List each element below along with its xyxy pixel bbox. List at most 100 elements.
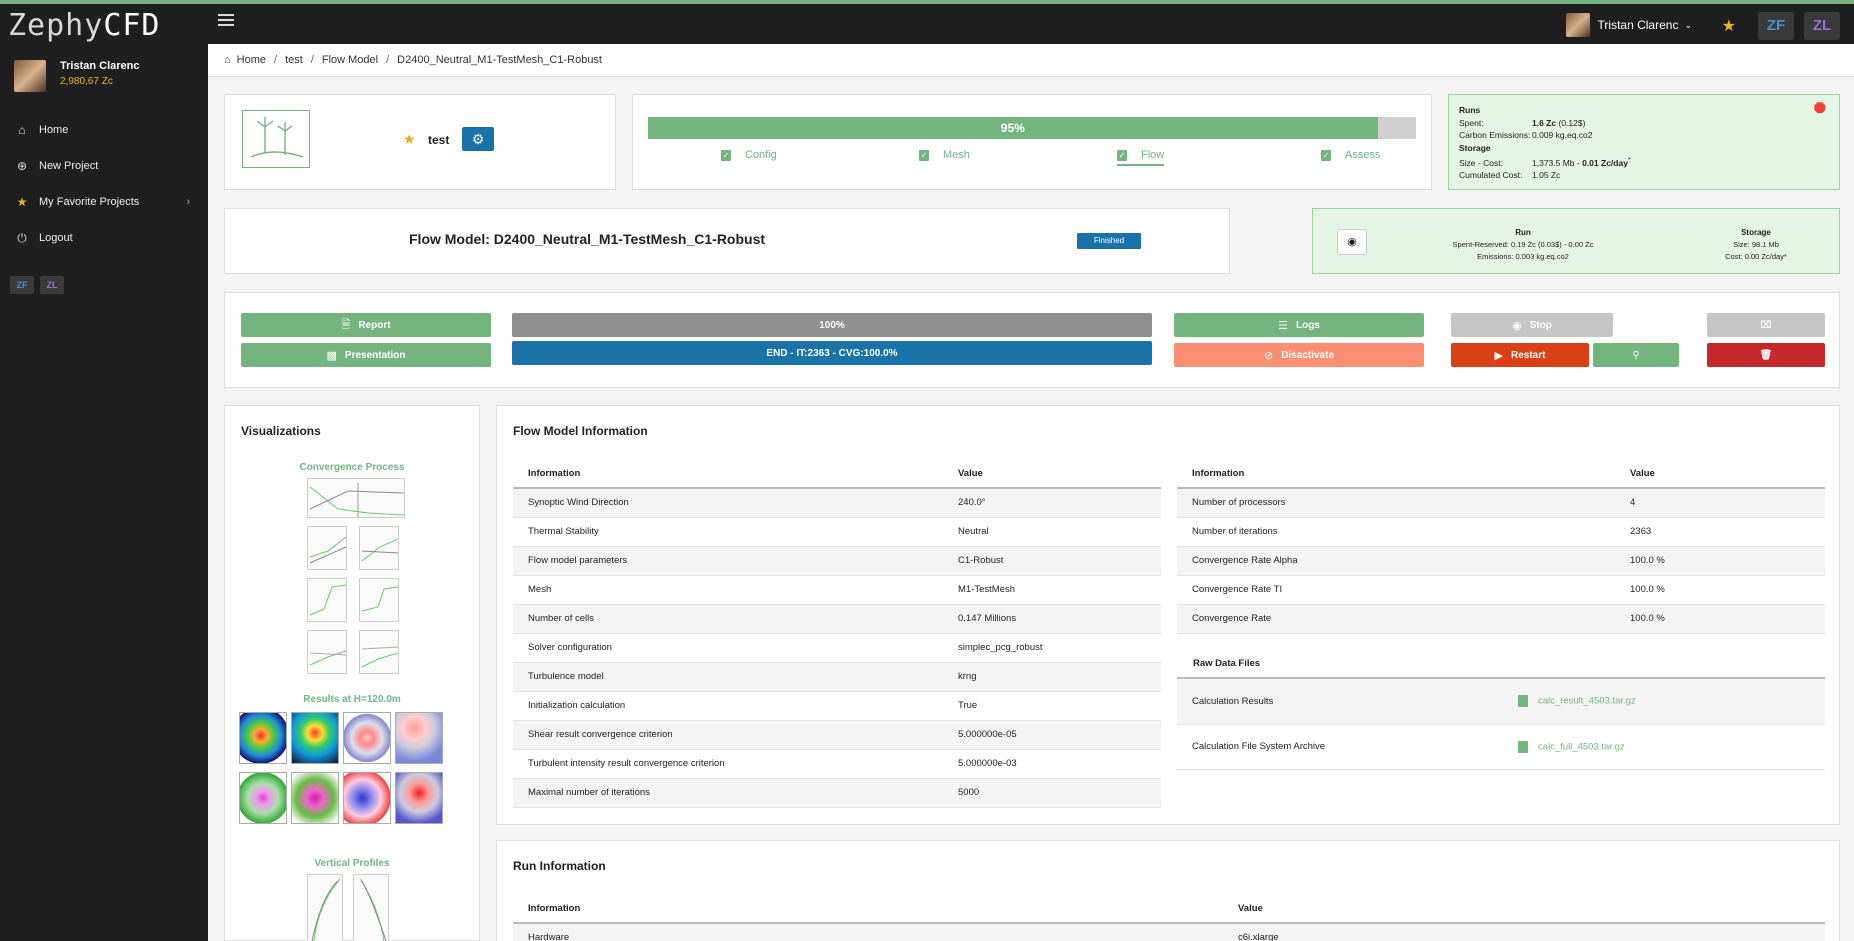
convergence-plot[interactable] [307,630,347,674]
user-menu[interactable]: Tristan Clarenc ⌄ [1565,12,1692,38]
result-map[interactable] [343,712,391,764]
result-map[interactable] [395,772,443,824]
convergence-plot[interactable] [359,630,399,674]
cost-details-button[interactable]: ◉ [1337,229,1367,255]
breadcrumb-home[interactable]: Home [237,54,266,66]
list-icon: ☰ [1278,319,1288,332]
table-row: Convergence Rate TI 100.0 % [1177,575,1825,605]
flow-model-info-title: Flow Model Information [513,424,648,438]
logs-button[interactable]: ☰ Logs [1174,313,1424,337]
app-logo[interactable]: ZephyCFD [8,8,161,43]
sidebar-item-favorite-projects[interactable]: ★ My Favorite Projects › [0,184,208,220]
cell-label: Hardware [513,923,1223,941]
sidebar-item-new-project[interactable]: ⊕ New Project [0,148,208,184]
step-flow[interactable]: ✓ Flow [1117,149,1165,166]
storage-title: Storage [1459,142,1491,153]
favorites-star-icon[interactable]: ★ [1722,16,1736,36]
convergence-plot[interactable] [307,578,347,622]
zephy-flow-badge[interactable]: ZF [10,276,34,294]
sidebar-item-logout[interactable]: ⏻ Logout [0,220,208,256]
close-square-icon: ⌧ [1760,319,1772,331]
breadcrumb-flow-model[interactable]: Flow Model [322,54,378,66]
column-header: Information [513,460,943,489]
file-name[interactable]: calc_full_4503.tar.gz [1538,741,1625,752]
chevron-right-icon: › [186,196,190,208]
zephy-flow-badge[interactable]: ZF [1758,12,1794,40]
result-map[interactable] [343,772,391,824]
coins-icon: ◉ [1347,236,1357,248]
vertical-profile-plot[interactable] [307,874,343,941]
file-name[interactable]: calc_result_4503.tar.gz [1538,696,1636,707]
vertical-profiles-title[interactable]: Vertical Profiles [225,858,479,869]
sidebar: Tristan Clarenc 2,980,67 Zc ⌂ Home ⊕ New… [0,44,208,941]
play-icon: ▶ [1494,349,1503,362]
flow-info-table: Information Value Synoptic Wind Directio… [513,460,1161,808]
step-assess[interactable]: ✓ Assess [1321,149,1380,161]
run-status-bar: END - IT:2363 - CVG:100.0% [512,341,1152,365]
sidebar-item-label: Home [39,124,69,136]
top-navbar: ZephyCFD Tristan Clarenc ⌄ ★ ZF ZL [0,0,1854,44]
flow-model-title-card: Flow Model: D2400_Neutral_M1-TestMesh_C1… [224,208,1230,274]
cell-label: Number of cells [513,604,943,634]
cell-value: 5000 [943,778,1161,808]
report-button[interactable]: 🗎 Report [241,313,491,337]
menu-toggle-icon[interactable] [218,14,234,28]
presentation-button[interactable]: ▩ Presentation [241,343,491,367]
table-row: Flow model parameters C1-Robust [513,546,1161,576]
cell-value: 100.0 % [1615,546,1825,576]
cell-label: Thermal Stability [513,517,943,547]
run-spent: Spent-Reserved: 0.19 Zc (0.03$) - 0.00 Z… [1452,240,1594,249]
convergence-plot[interactable] [359,578,399,622]
zephy-lidar-badge[interactable]: ZL [40,276,64,294]
convergence-title[interactable]: Convergence Process [225,462,479,473]
convergence-plot[interactable] [307,526,347,570]
result-map[interactable] [291,712,339,764]
link-button[interactable]: ⚲ [1593,343,1679,367]
cell-value: 100.0 % [1615,604,1825,634]
favorite-star-icon[interactable]: ★ [403,131,416,148]
vertical-profile-plot[interactable] [353,874,389,941]
result-map[interactable] [395,712,443,764]
result-map[interactable] [291,772,339,824]
convergence-plot[interactable] [359,526,399,570]
disactivate-button[interactable]: ⊘ Disactivate [1174,343,1424,367]
file-archive-icon [1518,740,1528,753]
step-config[interactable]: ✓ Config [721,149,777,161]
cell-value: 0.147 Millions [943,604,1161,634]
project-thumbnail[interactable] [242,110,310,168]
check-icon: ✓ [919,149,929,161]
step-mesh[interactable]: ✓ Mesh [919,149,970,161]
breadcrumb-project[interactable]: test [285,54,303,66]
project-steps: ✓ Config ✓ Mesh ✓ Flow ✓ Assess [648,149,1416,169]
convergence-plot[interactable] [307,478,405,518]
file-download-link[interactable]: calc_result_4503.tar.gz [1503,679,1825,725]
cost-refresh-icon[interactable]: 🛑 [1813,103,1827,115]
run-emissions: Emissions: 0.003 kg.eq.co2 [1477,252,1569,261]
sidebar-item-home[interactable]: ⌂ Home [0,112,208,148]
zephy-lidar-badge[interactable]: ZL [1804,12,1840,40]
storage-cost-info: Storage Size: 98.1 Mb Cost: 0.00 Zc/day* [1691,227,1821,263]
cell-label: Maximal number of iterations [513,778,943,808]
restart-button[interactable]: ▶ Restart [1451,343,1589,367]
delete-button[interactable]: 🗑 [1707,343,1825,367]
table-row: Calculation File System Archive calc_full… [1177,724,1825,770]
size-cost-rate: 0.01 Zc/day [1582,157,1628,168]
cell-label: Calculation File System Archive [1177,724,1503,770]
column-header: Information [1177,460,1615,489]
table-row: Thermal Stability Neutral [513,517,1161,547]
size-cost-label: Size - Cost: [1459,157,1503,168]
project-header-card: ★ test ⚙ [224,94,616,190]
file-download-link[interactable]: calc_full_4503.tar.gz [1503,724,1825,770]
star-icon: ★ [16,195,28,209]
spent-extra: (0.12$) [1558,117,1586,128]
cancel-button[interactable]: ⌧ [1707,313,1825,337]
results-title[interactable]: Results at H=120.0m [225,694,479,705]
table-row: Maximal number of iterations 5000 [513,778,1161,808]
project-settings-button[interactable]: ⚙ [462,127,494,151]
check-icon: ✓ [1321,149,1331,161]
table-row: Synoptic Wind Direction 240.0° [513,488,1161,518]
result-map[interactable] [239,772,287,824]
sidebar-user: Tristan Clarenc 2,980,67 Zc [14,60,139,92]
stop-button[interactable]: ◉ Stop [1451,313,1613,337]
result-map[interactable] [239,712,287,764]
